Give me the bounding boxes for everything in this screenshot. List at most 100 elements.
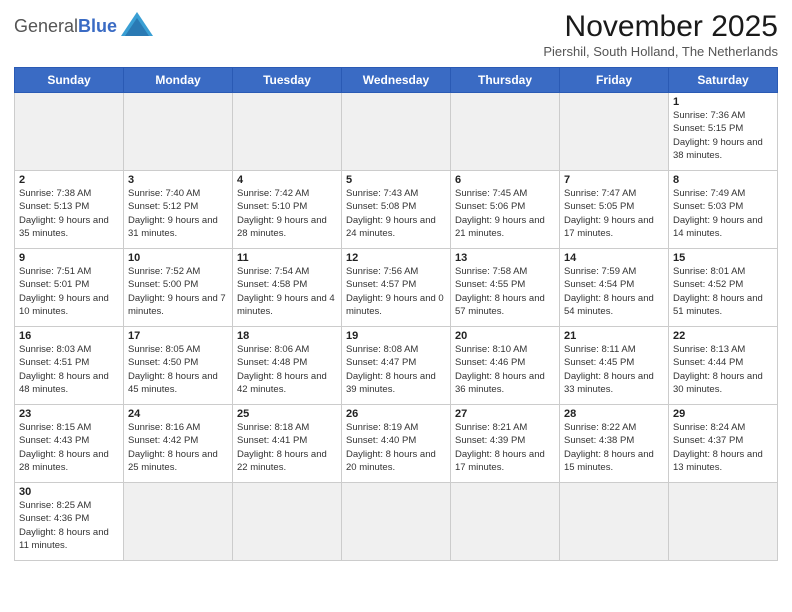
day-number: 20 [455,330,555,342]
day-info: Sunrise: 8:01 AM Sunset: 4:52 PM Dayligh… [673,265,773,318]
day-number: 1 [673,96,773,108]
day-cell [451,93,560,171]
day-cell: 26Sunrise: 8:19 AM Sunset: 4:40 PM Dayli… [342,405,451,483]
page: GeneralBlue November 2025 Piershil, Sout… [0,0,792,612]
day-cell [560,93,669,171]
day-cell: 29Sunrise: 8:24 AM Sunset: 4:37 PM Dayli… [669,405,778,483]
day-number: 9 [19,252,119,264]
day-cell: 13Sunrise: 7:58 AM Sunset: 4:55 PM Dayli… [451,249,560,327]
day-cell: 3Sunrise: 7:40 AM Sunset: 5:12 PM Daylig… [124,171,233,249]
logo-text: GeneralBlue [14,17,117,35]
day-cell: 30Sunrise: 8:25 AM Sunset: 4:36 PM Dayli… [15,483,124,561]
day-number: 2 [19,174,119,186]
day-info: Sunrise: 7:59 AM Sunset: 4:54 PM Dayligh… [564,265,664,318]
day-info: Sunrise: 8:19 AM Sunset: 4:40 PM Dayligh… [346,421,446,474]
day-cell: 20Sunrise: 8:10 AM Sunset: 4:46 PM Dayli… [451,327,560,405]
day-cell: 28Sunrise: 8:22 AM Sunset: 4:38 PM Dayli… [560,405,669,483]
day-info: Sunrise: 7:42 AM Sunset: 5:10 PM Dayligh… [237,187,337,240]
day-info: Sunrise: 8:22 AM Sunset: 4:38 PM Dayligh… [564,421,664,474]
week-row-1: 1Sunrise: 7:36 AM Sunset: 5:15 PM Daylig… [15,93,778,171]
day-number: 21 [564,330,664,342]
week-row-6: 30Sunrise: 8:25 AM Sunset: 4:36 PM Dayli… [15,483,778,561]
day-cell: 4Sunrise: 7:42 AM Sunset: 5:10 PM Daylig… [233,171,342,249]
day-number: 19 [346,330,446,342]
day-info: Sunrise: 8:21 AM Sunset: 4:39 PM Dayligh… [455,421,555,474]
day-number: 3 [128,174,228,186]
day-info: Sunrise: 8:05 AM Sunset: 4:50 PM Dayligh… [128,343,228,396]
week-row-3: 9Sunrise: 7:51 AM Sunset: 5:01 PM Daylig… [15,249,778,327]
day-info: Sunrise: 7:52 AM Sunset: 5:00 PM Dayligh… [128,265,228,318]
day-info: Sunrise: 7:56 AM Sunset: 4:57 PM Dayligh… [346,265,446,318]
day-info: Sunrise: 7:40 AM Sunset: 5:12 PM Dayligh… [128,187,228,240]
day-number: 27 [455,408,555,420]
day-cell: 16Sunrise: 8:03 AM Sunset: 4:51 PM Dayli… [15,327,124,405]
day-info: Sunrise: 8:25 AM Sunset: 4:36 PM Dayligh… [19,499,119,552]
week-row-5: 23Sunrise: 8:15 AM Sunset: 4:43 PM Dayli… [15,405,778,483]
weekday-header-friday: Friday [560,68,669,93]
week-row-2: 2Sunrise: 7:38 AM Sunset: 5:13 PM Daylig… [15,171,778,249]
day-info: Sunrise: 7:38 AM Sunset: 5:13 PM Dayligh… [19,187,119,240]
day-number: 10 [128,252,228,264]
day-cell: 22Sunrise: 8:13 AM Sunset: 4:44 PM Dayli… [669,327,778,405]
day-cell: 24Sunrise: 8:16 AM Sunset: 4:42 PM Dayli… [124,405,233,483]
day-info: Sunrise: 8:10 AM Sunset: 4:46 PM Dayligh… [455,343,555,396]
day-cell: 9Sunrise: 7:51 AM Sunset: 5:01 PM Daylig… [15,249,124,327]
day-cell: 7Sunrise: 7:47 AM Sunset: 5:05 PM Daylig… [560,171,669,249]
day-info: Sunrise: 7:47 AM Sunset: 5:05 PM Dayligh… [564,187,664,240]
header: GeneralBlue November 2025 Piershil, Sout… [14,10,778,59]
day-info: Sunrise: 8:06 AM Sunset: 4:48 PM Dayligh… [237,343,337,396]
day-cell: 23Sunrise: 8:15 AM Sunset: 4:43 PM Dayli… [15,405,124,483]
day-number: 28 [564,408,664,420]
weekday-header-wednesday: Wednesday [342,68,451,93]
day-cell [669,483,778,561]
day-info: Sunrise: 8:24 AM Sunset: 4:37 PM Dayligh… [673,421,773,474]
day-number: 4 [237,174,337,186]
day-cell [233,93,342,171]
day-number: 14 [564,252,664,264]
weekday-header-monday: Monday [124,68,233,93]
day-number: 22 [673,330,773,342]
weekday-header-sunday: Sunday [15,68,124,93]
title-block: November 2025 Piershil, South Holland, T… [543,10,778,59]
day-cell: 25Sunrise: 8:18 AM Sunset: 4:41 PM Dayli… [233,405,342,483]
day-info: Sunrise: 8:16 AM Sunset: 4:42 PM Dayligh… [128,421,228,474]
weekday-header-saturday: Saturday [669,68,778,93]
day-number: 13 [455,252,555,264]
calendar: SundayMondayTuesdayWednesdayThursdayFrid… [14,67,778,561]
day-number: 8 [673,174,773,186]
day-info: Sunrise: 7:45 AM Sunset: 5:06 PM Dayligh… [455,187,555,240]
day-cell: 21Sunrise: 8:11 AM Sunset: 4:45 PM Dayli… [560,327,669,405]
day-cell [342,93,451,171]
day-cell: 8Sunrise: 7:49 AM Sunset: 5:03 PM Daylig… [669,171,778,249]
day-cell [124,483,233,561]
day-number: 12 [346,252,446,264]
day-number: 23 [19,408,119,420]
day-number: 26 [346,408,446,420]
day-info: Sunrise: 8:03 AM Sunset: 4:51 PM Dayligh… [19,343,119,396]
weekday-header-tuesday: Tuesday [233,68,342,93]
day-cell: 15Sunrise: 8:01 AM Sunset: 4:52 PM Dayli… [669,249,778,327]
day-number: 18 [237,330,337,342]
day-info: Sunrise: 8:11 AM Sunset: 4:45 PM Dayligh… [564,343,664,396]
day-info: Sunrise: 7:49 AM Sunset: 5:03 PM Dayligh… [673,187,773,240]
day-number: 16 [19,330,119,342]
day-info: Sunrise: 8:15 AM Sunset: 4:43 PM Dayligh… [19,421,119,474]
day-number: 15 [673,252,773,264]
weekday-header-thursday: Thursday [451,68,560,93]
day-number: 7 [564,174,664,186]
day-cell: 18Sunrise: 8:06 AM Sunset: 4:48 PM Dayli… [233,327,342,405]
logo: GeneralBlue [14,14,155,38]
logo-icon [119,10,155,38]
day-cell: 6Sunrise: 7:45 AM Sunset: 5:06 PM Daylig… [451,171,560,249]
day-cell [233,483,342,561]
week-row-4: 16Sunrise: 8:03 AM Sunset: 4:51 PM Dayli… [15,327,778,405]
day-number: 24 [128,408,228,420]
day-info: Sunrise: 7:43 AM Sunset: 5:08 PM Dayligh… [346,187,446,240]
day-cell: 10Sunrise: 7:52 AM Sunset: 5:00 PM Dayli… [124,249,233,327]
day-number: 30 [19,486,119,498]
day-info: Sunrise: 7:58 AM Sunset: 4:55 PM Dayligh… [455,265,555,318]
day-cell: 12Sunrise: 7:56 AM Sunset: 4:57 PM Dayli… [342,249,451,327]
day-cell: 11Sunrise: 7:54 AM Sunset: 4:58 PM Dayli… [233,249,342,327]
day-cell: 19Sunrise: 8:08 AM Sunset: 4:47 PM Dayli… [342,327,451,405]
day-cell: 5Sunrise: 7:43 AM Sunset: 5:08 PM Daylig… [342,171,451,249]
